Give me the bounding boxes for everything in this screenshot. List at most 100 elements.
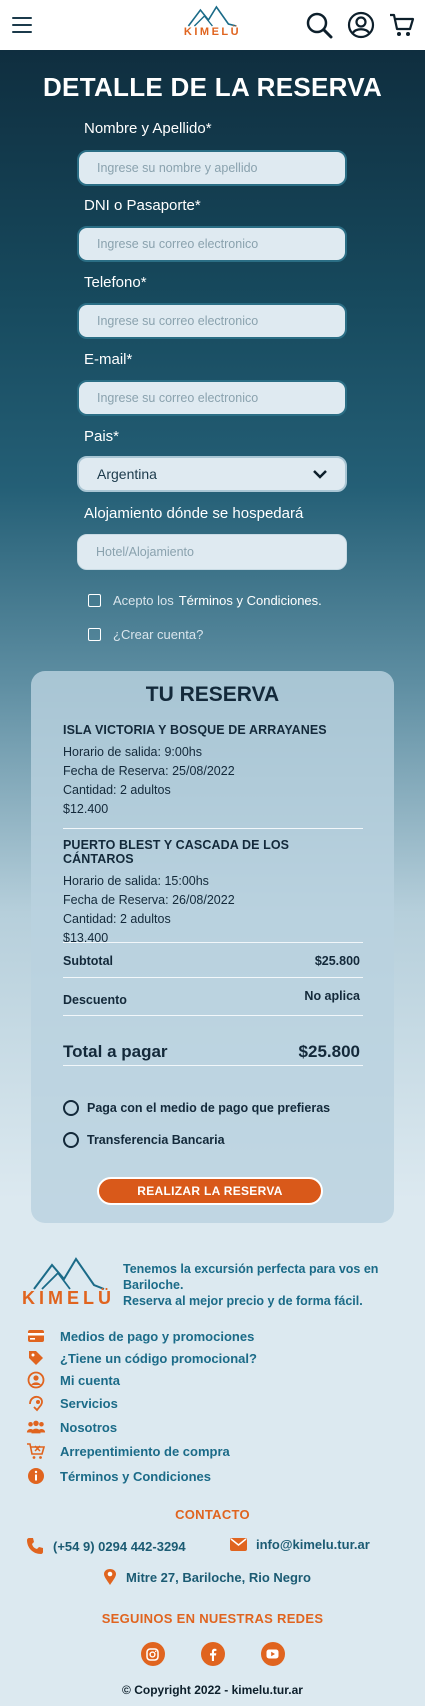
- tagline-line: Tenemos la excursión perfecta para vos e…: [123, 1262, 379, 1292]
- footer-link-terms[interactable]: Términos y Condiciones: [26, 1467, 211, 1485]
- user-account-icon[interactable]: [347, 11, 375, 39]
- country-select[interactable]: Argentina: [77, 456, 347, 492]
- page-title: DETALLE DE LA RESERVA: [42, 72, 383, 102]
- footer-link-account[interactable]: Mi cuenta: [26, 1371, 120, 1389]
- lodging-label: Alojamiento dónde se hospedará: [84, 505, 304, 522]
- footer-link-promo[interactable]: ¿Tiene un código promocional?: [26, 1349, 257, 1367]
- social-links: [0, 1642, 425, 1666]
- name-input[interactable]: Ingrese su nombre y apellido: [77, 150, 347, 186]
- trip-price: $12.400: [63, 802, 109, 816]
- reservation-summary-card: TU RESERVA ISLA VICTORIA Y BOSQUE DE ARR…: [31, 671, 394, 1223]
- phone-input[interactable]: Ingrese su correo electronico: [77, 303, 347, 339]
- copyright: © Copyright 2022 - kimelu.tur.ar: [122, 1683, 303, 1697]
- trip-item: ISLA VICTORIA Y BOSQUE DE ARRAYANES Hora…: [63, 723, 363, 819]
- footer-link-label: Mi cuenta: [60, 1372, 120, 1388]
- terms-row: Acepto los Términos y Condiciones.: [88, 593, 322, 608]
- divider: [63, 942, 363, 943]
- trip-name: PUERTO BLEST Y CASCADA DE LOS CÁNTAROS: [63, 838, 290, 866]
- footer-link-label: Arrepentimiento de compra: [60, 1443, 230, 1459]
- cart-icon[interactable]: [389, 12, 415, 38]
- divider: [63, 1065, 363, 1066]
- card-title: TU RESERVA: [145, 683, 280, 706]
- footer-logo-text: KIMELÜ: [22, 1288, 115, 1308]
- radio-button[interactable]: [63, 1100, 79, 1116]
- payment-option-transfer[interactable]: Transferencia Bancaria: [63, 1132, 225, 1148]
- trip-item: PUERTO BLEST Y CASCADA DE LOS CÁNTAROS H…: [63, 838, 363, 948]
- payment-option-any[interactable]: Paga con el medio de pago que prefieras: [63, 1100, 330, 1116]
- terms-checkbox[interactable]: [88, 594, 101, 607]
- email-label: E-mail*: [84, 351, 133, 368]
- mountain-logo-icon: [187, 5, 237, 27]
- divider: [63, 1015, 363, 1016]
- hamburger-menu-icon[interactable]: [12, 17, 32, 33]
- instagram-icon[interactable]: [140, 1642, 165, 1666]
- email-input[interactable]: Ingrese su correo electronico: [77, 380, 347, 416]
- email-address: info@kimelu.tur.ar: [256, 1537, 370, 1552]
- lodging-input[interactable]: Hotel/Alojamiento: [77, 534, 347, 570]
- kimelu-logo[interactable]: KIMELÜ: [184, 4, 241, 38]
- create-account-row: ¿Crear cuenta?: [88, 627, 203, 642]
- credit-card-icon: [28, 1330, 44, 1342]
- trip-departure: Horario de salida: 15:00hs: [63, 874, 209, 888]
- contact-title: CONTACTO: [175, 1507, 250, 1522]
- subtotal-row: Subtotal $25.800: [63, 954, 360, 968]
- footer-link-payments[interactable]: Medios de pago y promociones: [26, 1327, 254, 1345]
- info-icon: [28, 1468, 44, 1484]
- subtotal-value: $25.800: [314, 954, 360, 968]
- contact-address[interactable]: Mitre 27, Bariloche, Rio Negro: [103, 1568, 311, 1586]
- create-account-checkbox[interactable]: [88, 628, 101, 641]
- trip-date: Fecha de Reserva: 25/08/2022: [63, 764, 235, 778]
- users-icon: [26, 1420, 46, 1434]
- name-label: Nombre y Apellido*: [84, 120, 212, 137]
- address: Mitre 27, Bariloche, Rio Negro: [126, 1569, 311, 1585]
- phone-number: (+54 9) 0294 442-3294: [53, 1538, 186, 1554]
- footer-link-label: ¿Tiene un código promocional?: [60, 1350, 257, 1366]
- phone-icon: [27, 1538, 43, 1554]
- discount-row: Descuento No aplica: [63, 989, 360, 1007]
- tag-icon: [29, 1351, 43, 1365]
- envelope-icon: [230, 1538, 247, 1551]
- dni-input[interactable]: Ingrese su correo electronico: [77, 226, 347, 262]
- cart-x-icon: [27, 1443, 46, 1459]
- footer-link-about[interactable]: Nosotros: [26, 1418, 117, 1436]
- trip-name: ISLA VICTORIA Y BOSQUE DE ARRAYANES: [63, 723, 327, 737]
- search-icon[interactable]: [305, 11, 333, 39]
- trip-quantity: Cantidad: 2 adultos: [63, 783, 171, 797]
- chevron-down-icon: [313, 469, 327, 479]
- payment-option-label: Transferencia Bancaria: [87, 1133, 225, 1147]
- logo-text: KIMELÜ: [183, 26, 242, 38]
- discount-label: Descuento: [63, 993, 127, 1007]
- total-label: Total a pagar: [63, 1042, 168, 1061]
- phone-label: Telefono*: [84, 274, 147, 291]
- top-navbar: KIMELÜ: [0, 0, 425, 50]
- trip-date: Fecha de Reserva: 26/08/2022: [63, 893, 235, 907]
- discount-value: No aplica: [304, 989, 360, 1003]
- terms-text: Acepto los: [113, 593, 174, 608]
- total-row: Total a pagar $25.800: [63, 1042, 360, 1062]
- submit-reservation-button[interactable]: REALIZAR LA RESERVA: [97, 1177, 323, 1205]
- subtotal-label: Subtotal: [63, 954, 113, 968]
- country-value: Argentina: [97, 466, 157, 482]
- footer: KIMELÜ Tenemos la excursión perfecta par…: [0, 1223, 425, 1706]
- facebook-icon[interactable]: [200, 1642, 225, 1666]
- trip-price: $13.400: [63, 931, 109, 945]
- footer-link-services[interactable]: Servicios: [26, 1394, 118, 1412]
- user-icon: [27, 1371, 45, 1389]
- create-account-label: ¿Crear cuenta?: [113, 627, 204, 642]
- radio-button[interactable]: [63, 1132, 79, 1148]
- footer-link-label: Medios de pago y promociones: [60, 1328, 255, 1344]
- trip-quantity: Cantidad: 2 adultos: [63, 912, 171, 926]
- tagline-line: Reserva al mejor precio y de forma fácil…: [123, 1294, 363, 1308]
- footer-tagline: Tenemos la excursión perfecta para vos e…: [123, 1261, 418, 1309]
- map-pin-icon: [104, 1569, 116, 1585]
- terms-link[interactable]: Términos y Condiciones.: [179, 593, 322, 608]
- divider: [63, 828, 363, 829]
- youtube-icon[interactable]: [260, 1642, 285, 1666]
- footer-logo[interactable]: KIMELÜ: [22, 1255, 115, 1309]
- contact-email[interactable]: info@kimelu.tur.ar: [230, 1537, 370, 1552]
- total-value: $25.800: [298, 1042, 360, 1061]
- footer-link-withdrawal[interactable]: Arrepentimiento de compra: [26, 1442, 230, 1460]
- footer-link-label: Servicios: [60, 1395, 118, 1411]
- contact-phone[interactable]: (+54 9) 0294 442-3294: [26, 1537, 186, 1555]
- country-label: Pais*: [84, 428, 120, 445]
